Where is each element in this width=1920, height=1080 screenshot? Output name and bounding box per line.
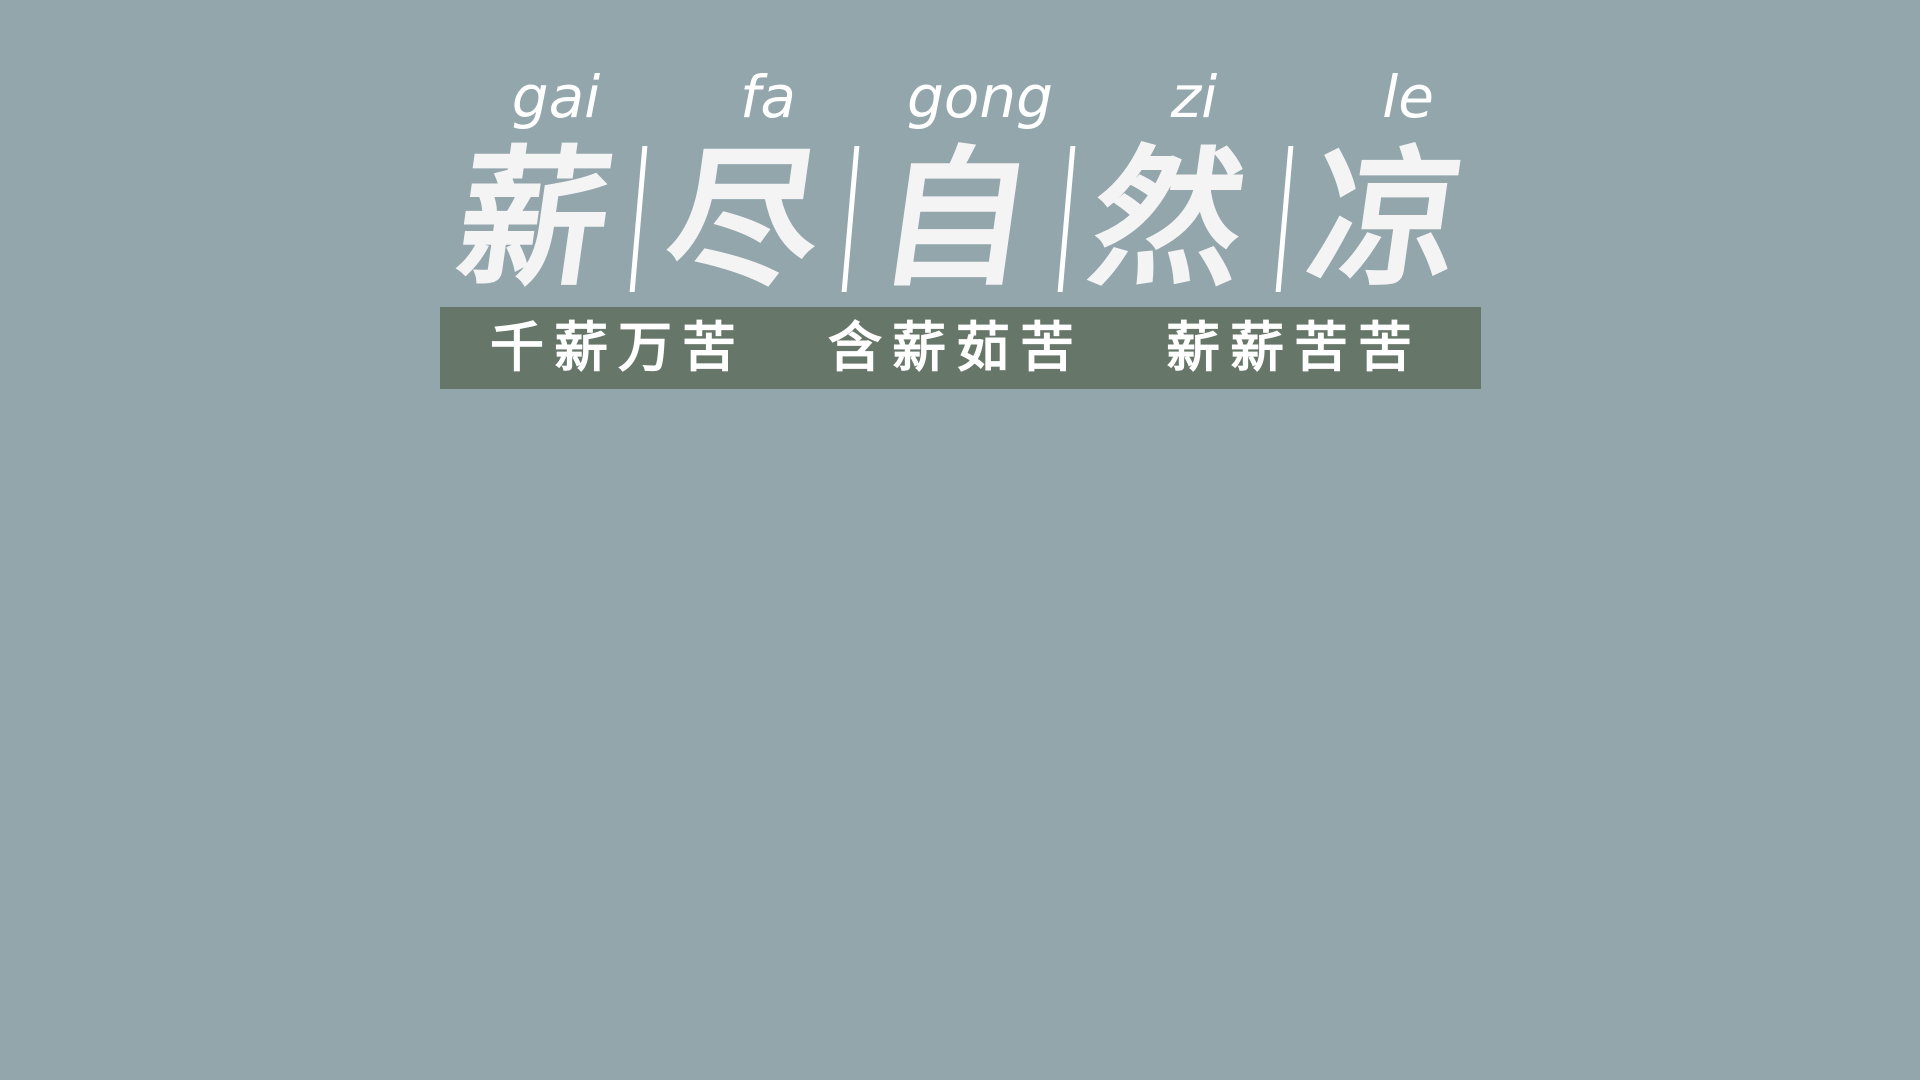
pinyin-3: gong <box>907 63 1053 131</box>
separator-slash-3 <box>1057 146 1076 292</box>
pinyin-1: gai <box>511 63 601 131</box>
separator-slash-1 <box>629 146 648 292</box>
pinyin-2: fa <box>740 63 796 131</box>
headline-char-4: 然 <box>1080 133 1256 307</box>
banner-phrase-3: 薪薪苦苦 <box>1166 316 1422 379</box>
headline-char-3: 自 <box>868 133 1044 307</box>
pinyin-4: zi <box>1170 63 1218 131</box>
headline-char-5: 凉 <box>1298 133 1474 307</box>
banner-phrase-2: 含薪茹苦 <box>828 316 1084 379</box>
phrase-banner: 千薪万苦 含薪茹苦 薪薪苦苦 <box>440 307 1481 389</box>
banner-phrase-1: 千薪万苦 <box>490 316 746 379</box>
separator-slash-4 <box>1275 146 1294 292</box>
pinyin-5: le <box>1382 63 1434 131</box>
headline-char-2: 尽 <box>656 133 832 307</box>
headline-char-1: 薪 <box>446 133 622 307</box>
separator-slash-2 <box>841 146 860 292</box>
poster-canvas: gai fa gong zi le 薪 尽 自 然 凉 千薪万苦 含薪茹苦 薪薪… <box>0 0 1920 1080</box>
